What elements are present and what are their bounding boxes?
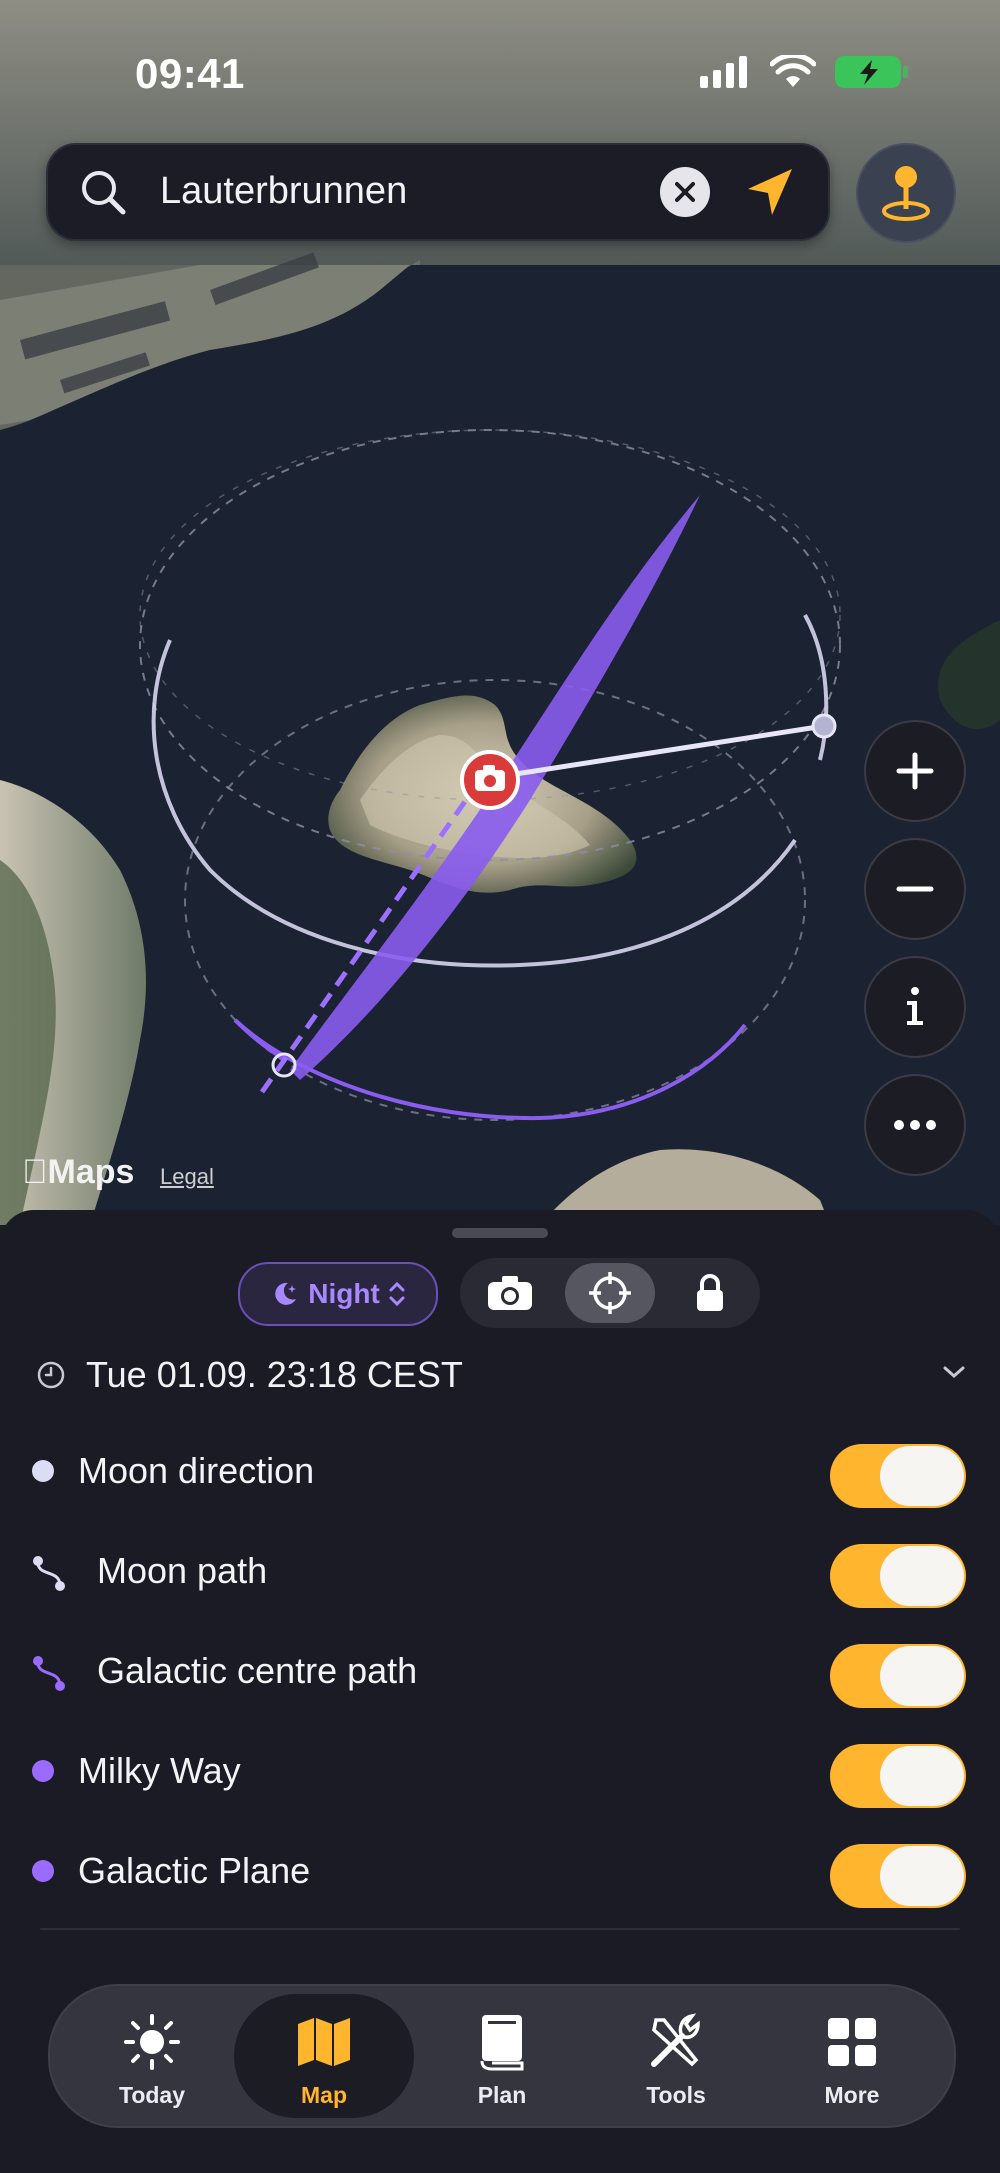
layer-row-galactic-centre-path[interactable]: Galactic centre path [30,1636,966,1708]
tab-plan[interactable]: Plan [412,1986,592,2126]
tab-bar: Today Map Plan Tools More [48,1984,956,2128]
search-input[interactable]: Lauterbrunnen [160,170,407,213]
milky-way-dot-icon [32,1760,54,1782]
view-mode-segmented-control[interactable] [460,1258,760,1328]
plus-icon [896,752,934,790]
galactic-plane-dot-icon [32,1860,54,1882]
book-icon [472,2012,532,2072]
layer-label: Galactic centre path [97,1650,418,1691]
sheet-grabber[interactable] [452,1228,548,1238]
info-button[interactable] [864,956,966,1058]
maps-brand-text: Maps [22,1153,135,1191]
zoom-in-button[interactable] [864,720,966,822]
layer-label: Moon path [97,1550,268,1591]
cellular-signal-icon [700,56,747,88]
grid-icon [822,2012,882,2072]
moon-path-toggle[interactable] [830,1544,966,1608]
galactic-plane-toggle[interactable] [830,1844,966,1908]
milky-way-toggle[interactable] [830,1744,966,1808]
toggle-knob [880,1746,964,1806]
chevron-down-icon[interactable] [942,1364,966,1380]
divider [40,1928,960,1930]
layer-row-galactic-plane[interactable]: Galactic Plane [30,1836,966,1908]
apple-maps-logo: Maps [22,1153,134,1192]
clock-icon [37,1361,65,1389]
tab-label: Plan [477,2082,527,2108]
tab-label: Today [118,2082,186,2108]
search-bar[interactable]: Lauterbrunnen [46,143,830,241]
layer-label: Moon direction [78,1450,315,1491]
sun-icon [122,2012,182,2072]
camera-mode-button[interactable] [465,1263,555,1323]
wifi-icon [770,55,816,87]
status-time: 09:41 [135,50,245,97]
minus-icon [896,886,934,892]
toggle-knob [880,1646,964,1706]
tab-label: More [824,2082,880,2108]
camera-icon [488,1276,532,1310]
tools-icon [646,2012,706,2072]
moon-direction-toggle[interactable] [830,1444,966,1508]
toggle-knob [880,1446,964,1506]
tab-tools[interactable]: Tools [586,1986,766,2126]
drop-pin-button[interactable] [856,143,956,243]
tab-more[interactable]: More [762,1986,942,2126]
layer-row-moon-path[interactable]: Moon path [30,1536,966,1608]
moon-dot-icon [32,1460,54,1482]
date-time-text: Tue 01.09. 23:18 CEST [86,1354,463,1395]
status-bar: 09:41 [0,0,1000,140]
current-location-button[interactable] [740,163,800,223]
layer-label: Milky Way [78,1750,241,1791]
mode-selector[interactable]: Night [238,1262,438,1326]
map-view[interactable]: 09:41 Lauterbrunnen Maps Legal [0,0,1000,1225]
apple-icon:  [22,1153,48,1191]
tab-label: Map [301,2082,347,2108]
legal-link[interactable]: Legal [160,1164,214,1190]
status-icons [700,54,910,90]
chevron-up-down-icon [389,1281,405,1307]
clear-search-button[interactable] [660,167,710,217]
tab-today[interactable]: Today [62,1986,242,2126]
lock-icon [697,1274,723,1311]
galactic-path-icon [33,1656,65,1691]
galactic-centre-path-toggle[interactable] [830,1644,966,1708]
map-icon [294,2012,354,2072]
tab-map[interactable]: Map [234,1994,414,2118]
search-icon [82,171,126,215]
date-time-row[interactable]: Tue 01.09. 23:18 CEST [36,1352,966,1402]
layer-row-moon-direction[interactable]: Moon direction [30,1436,966,1508]
pin-icon [882,166,930,221]
battery-charging-icon [835,56,908,88]
ellipsis-icon [894,1120,936,1130]
toggle-knob [880,1546,964,1606]
layer-label: Galactic Plane [78,1850,311,1891]
mode-label: Night [308,1278,380,1309]
zoom-out-button[interactable] [864,838,966,940]
lock-mode-button[interactable] [665,1263,755,1323]
info-icon [907,987,923,1025]
tab-label: Tools [646,2082,706,2108]
crosshair-icon [589,1272,631,1314]
layer-row-milky-way[interactable]: Milky Way [30,1736,966,1808]
close-icon [675,182,695,202]
moon-stars-icon [275,1282,297,1305]
toggle-knob [880,1846,964,1906]
moon-path-icon [33,1556,65,1591]
target-mode-button[interactable] [565,1263,655,1323]
more-options-button[interactable] [864,1074,966,1176]
